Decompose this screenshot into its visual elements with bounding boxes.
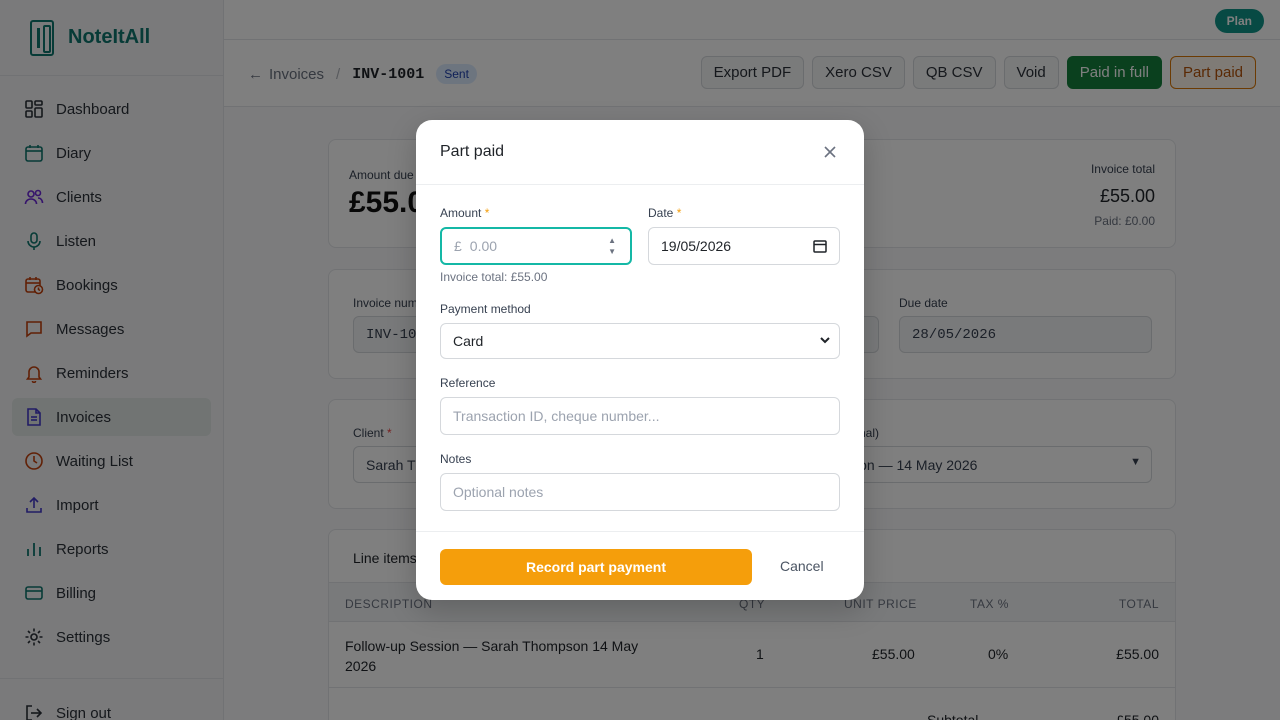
modal-footer: Record part payment Cancel — [416, 531, 864, 600]
amount-label: Amount * — [440, 206, 490, 220]
close-icon[interactable] — [820, 142, 840, 162]
payment-method-select[interactable]: Card — [440, 323, 840, 359]
payment-method-value: Card — [453, 333, 484, 349]
modal-title: Part paid — [440, 143, 505, 160]
reference-placeholder: Transaction ID, cheque number... — [453, 408, 660, 424]
reference-label: Reference — [440, 376, 496, 390]
chevron-down-icon — [819, 333, 831, 349]
notes-input[interactable]: Optional notes — [440, 473, 840, 511]
part-paid-modal: Part paid Amount * £ 0.00 ▲ ▼ Invoice tot… — [416, 120, 864, 600]
cancel-button[interactable]: Cancel — [780, 558, 824, 574]
date-value: 19/05/2026 — [661, 238, 732, 254]
amount-placeholder: 0.00 — [469, 238, 498, 254]
reference-input[interactable]: Transaction ID, cheque number... — [440, 397, 840, 435]
amount-hint: Invoice total: £55.00 — [440, 270, 548, 284]
currency-symbol: £ — [454, 238, 462, 254]
number-stepper-icon[interactable]: ▲ ▼ — [608, 235, 616, 257]
amount-input[interactable]: £ 0.00 ▲ ▼ — [440, 227, 632, 265]
calendar-icon[interactable] — [813, 239, 827, 256]
notes-placeholder: Optional notes — [453, 484, 544, 500]
notes-label: Notes — [440, 452, 472, 466]
modal-header: Part paid — [416, 120, 864, 185]
payment-method-label: Payment method — [440, 302, 531, 316]
date-input[interactable]: 19/05/2026 — [648, 227, 840, 265]
record-part-payment-button[interactable]: Record part payment — [440, 549, 752, 585]
date-label: Date * — [648, 206, 682, 220]
